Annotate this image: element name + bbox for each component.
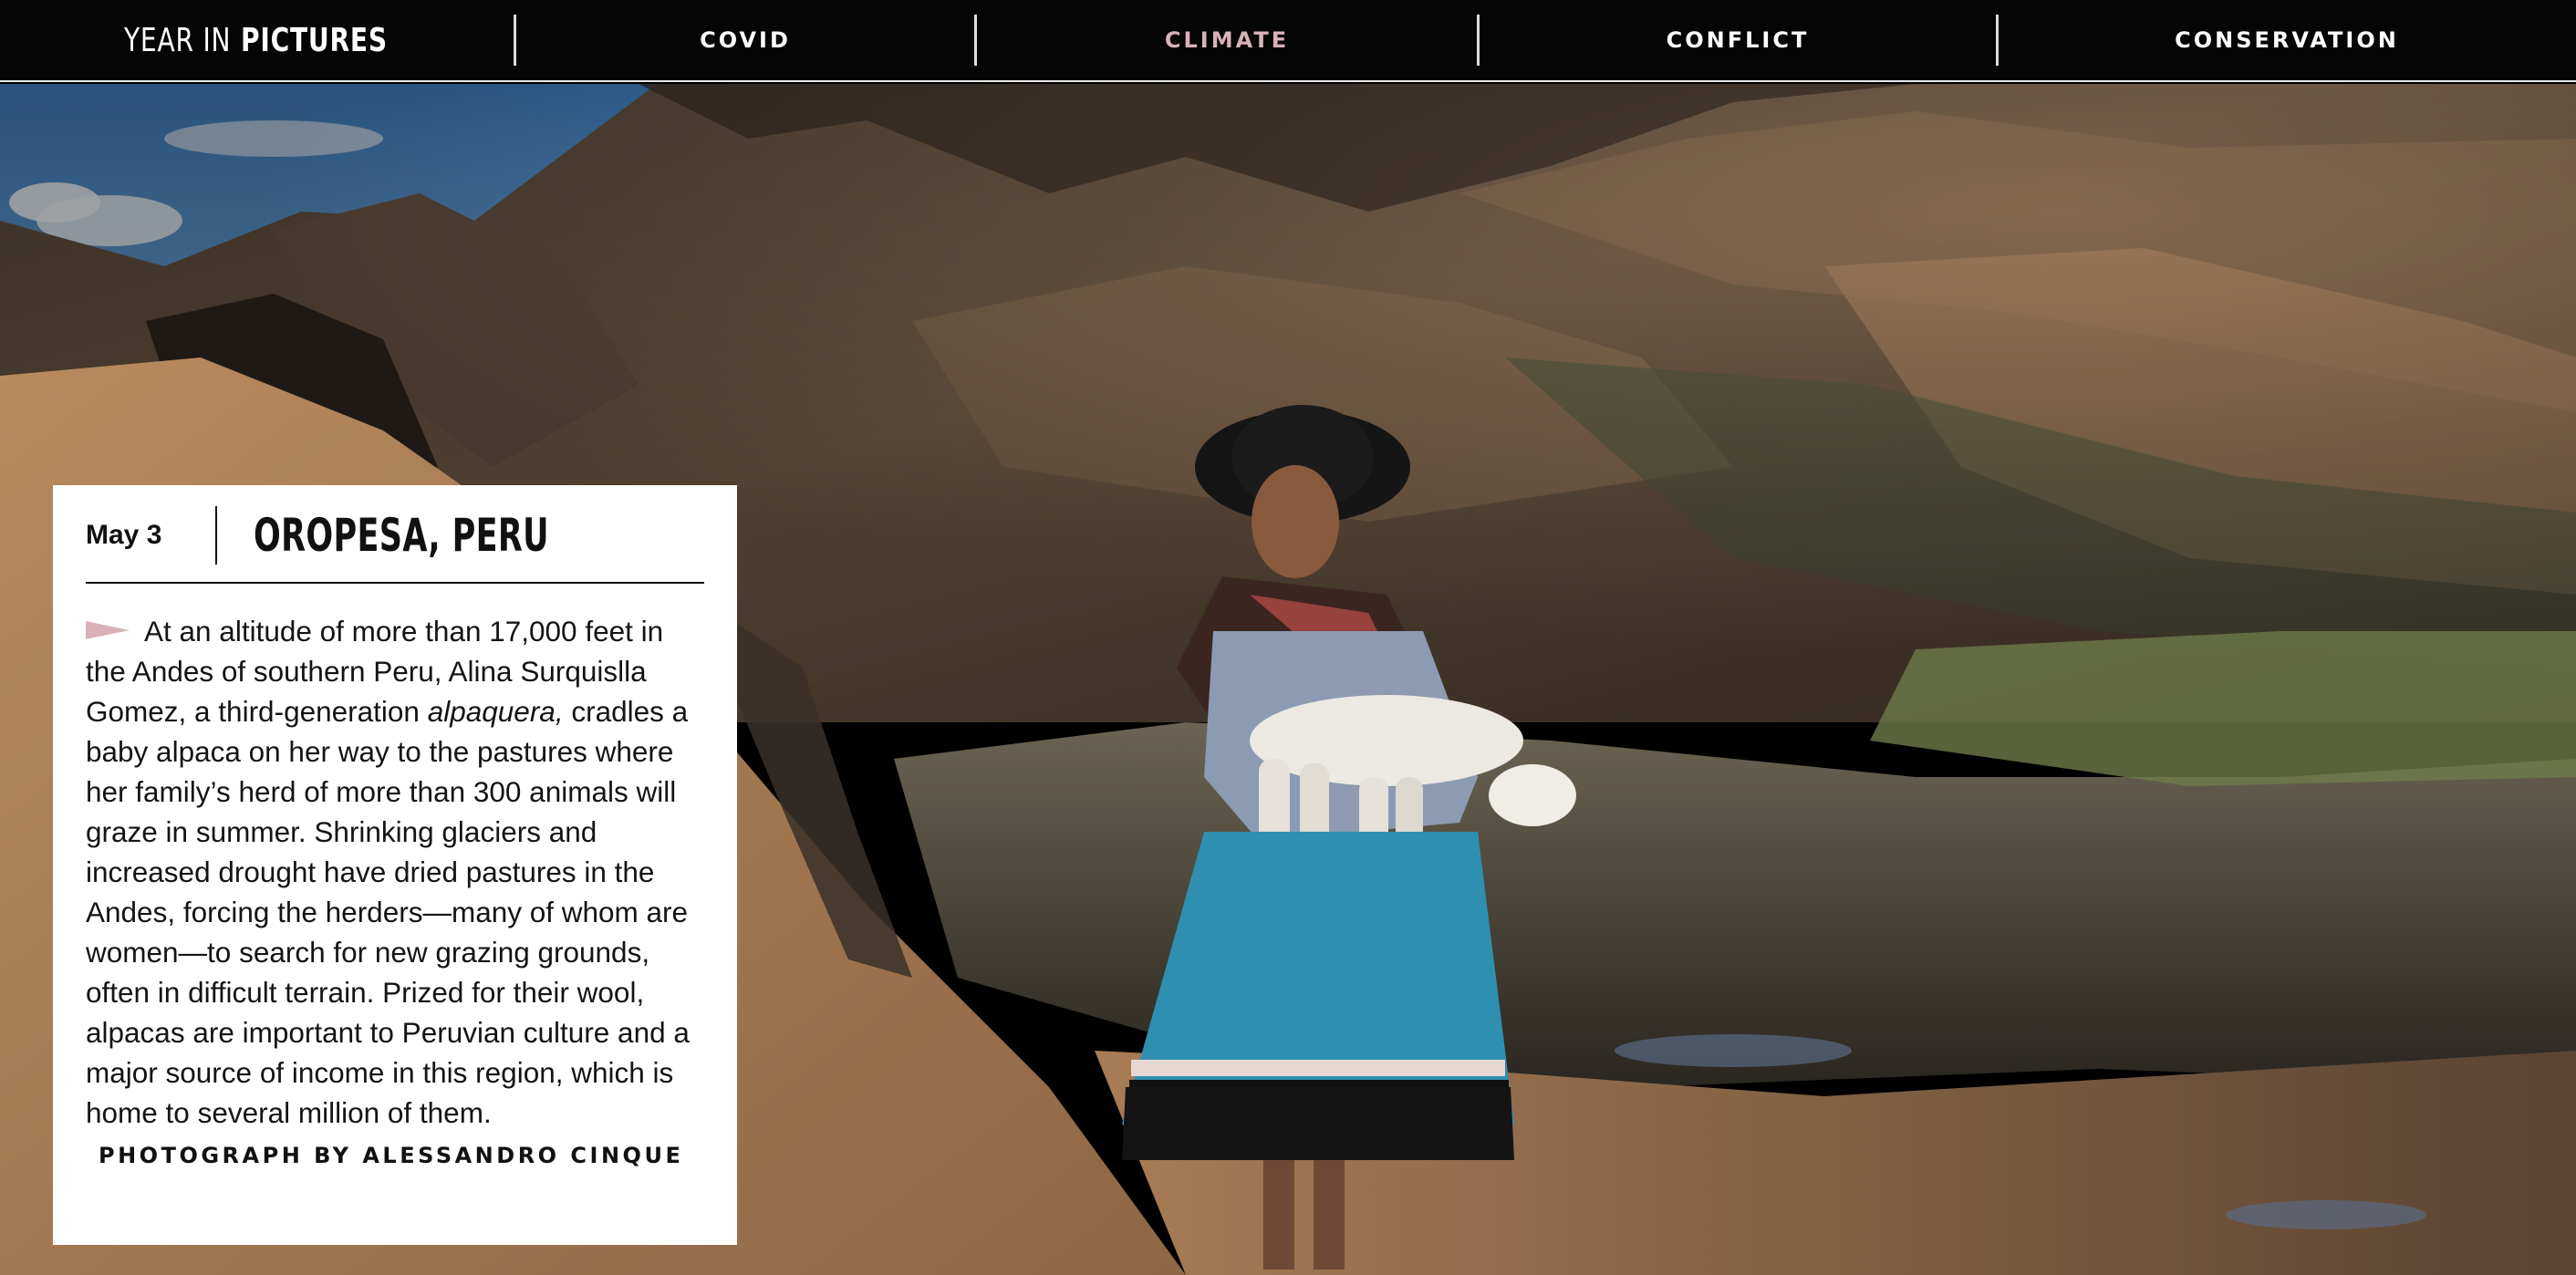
photo-credit: PHOTOGRAPH BY ALESSANDRO CINQUE	[99, 1143, 684, 1168]
brand-light-text: YEAR IN	[124, 21, 232, 59]
caption-card: May 3 OROPESA, PERU At an altitude of mo…	[53, 485, 737, 1245]
nav-item-climate[interactable]: CLIMATE	[977, 0, 1477, 81]
brand-bold-text: PICTURES	[241, 21, 389, 59]
nav-item-conflict[interactable]: CONFLICT	[1480, 0, 1996, 81]
caption-text-end: cradles a baby alpaca on her way to the …	[86, 695, 690, 1129]
top-nav: YEAR IN PICTURES COVID CLIMATE CONFLICT …	[0, 0, 2576, 82]
brand-logo[interactable]: YEAR IN PICTURES	[0, 0, 514, 81]
pointer-arrow-icon	[86, 621, 130, 639]
caption-body: At an altitude of more than 17,000 feet …	[86, 611, 704, 1176]
caption-date: May 3	[86, 520, 162, 550]
nav-item-covid[interactable]: COVID	[516, 0, 974, 81]
caption-divider	[215, 506, 217, 565]
caption-italic-term: alpaquera,	[427, 695, 564, 728]
nav-item-conservation[interactable]: CONSERVATION	[1999, 0, 2575, 81]
caption-location: OROPESA, PERU	[254, 509, 549, 562]
caption-header: May 3 OROPESA, PERU	[86, 489, 704, 584]
